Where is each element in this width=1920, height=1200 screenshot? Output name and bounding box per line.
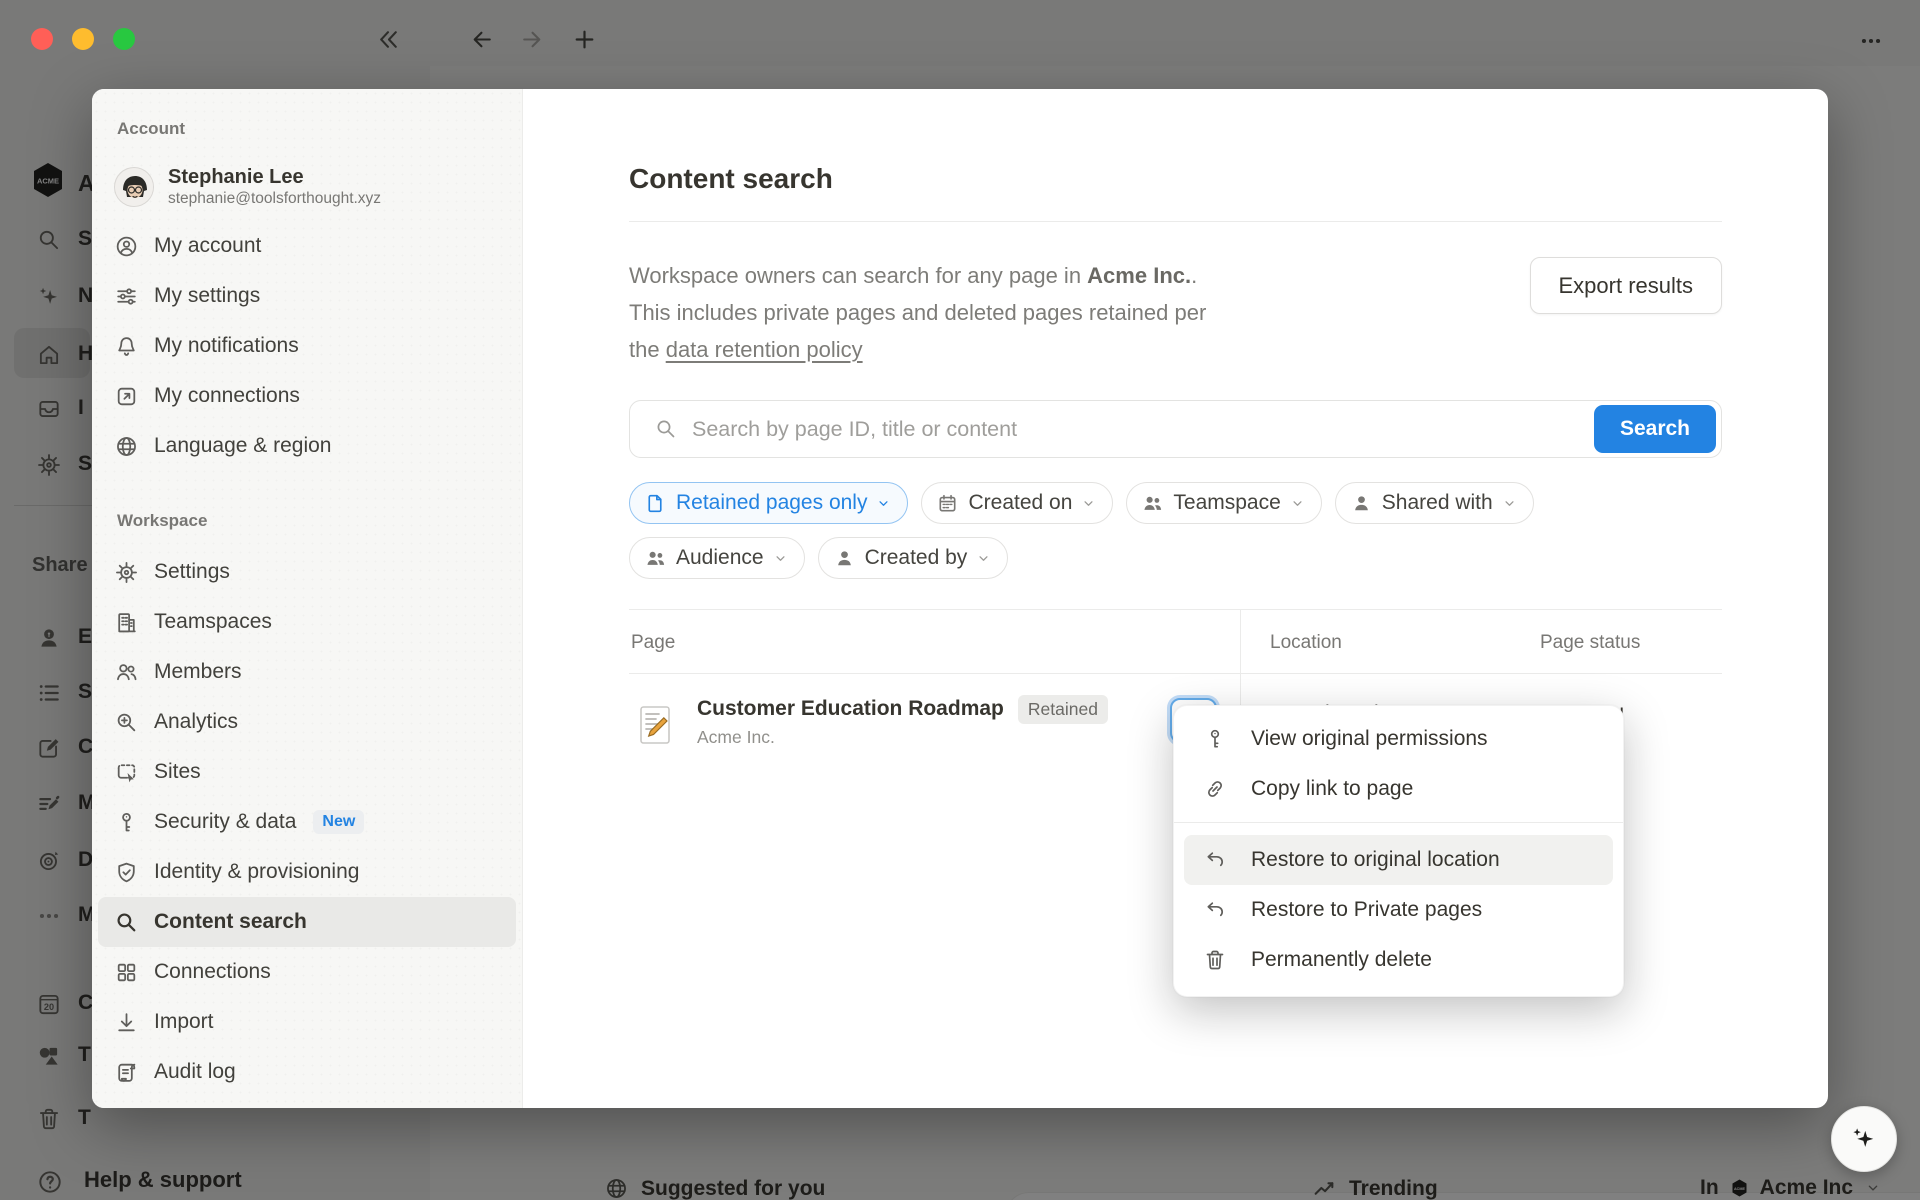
menu-copy-link[interactable]: Copy link to page xyxy=(1174,764,1623,814)
globe-icon xyxy=(114,434,139,459)
data-retention-policy-link[interactable]: data retention policy xyxy=(666,337,863,362)
key-icon xyxy=(114,810,139,835)
bell-icon xyxy=(114,334,139,359)
nav-members[interactable]: Members xyxy=(98,647,516,697)
filter-shared-with[interactable]: Shared with xyxy=(1335,482,1534,524)
settings-nav: Account Stephanie Lee stephanie@toolsfor… xyxy=(92,89,523,1108)
building-icon xyxy=(114,610,139,635)
new-badge: New xyxy=(313,810,364,834)
menu-divider xyxy=(1174,822,1623,823)
scroll-icon xyxy=(114,1060,139,1085)
filter-pills: Retained pages only Created on Teamspace… xyxy=(629,482,1722,579)
browser-cursor-icon xyxy=(114,760,139,785)
nav-audit-log[interactable]: Audit log xyxy=(98,1047,516,1097)
nav-connections[interactable]: Connections xyxy=(98,947,516,997)
page-description: Workspace owners can search for any page… xyxy=(629,257,1229,368)
chevron-down-icon xyxy=(1290,496,1305,511)
profile-name: Stephanie Lee xyxy=(168,165,381,189)
menu-restore-private-pages[interactable]: Restore to Private pages xyxy=(1174,885,1623,935)
nav-content-search[interactable]: Content search xyxy=(98,897,516,947)
menu-permanently-delete[interactable]: Permanently delete xyxy=(1174,935,1623,985)
gear-icon xyxy=(114,560,139,585)
arrow-up-right-box-icon xyxy=(114,384,139,409)
people-icon xyxy=(644,547,667,570)
nav-ws-settings[interactable]: Settings xyxy=(98,547,516,597)
filter-created-on[interactable]: Created on xyxy=(921,482,1113,524)
nav-language-region[interactable]: Language & region xyxy=(98,421,516,471)
chevron-down-icon xyxy=(976,551,991,566)
sparkle-icon xyxy=(1849,1124,1879,1154)
page-title: Content search xyxy=(629,163,1722,195)
minimize-window-button[interactable] xyxy=(72,28,94,50)
trash-icon xyxy=(1203,948,1227,972)
zoom-window-button[interactable] xyxy=(113,28,135,50)
nav-my-settings[interactable]: My settings xyxy=(98,271,516,321)
title-divider xyxy=(629,221,1722,222)
nav-my-connections[interactable]: My connections xyxy=(98,371,516,421)
people-icon xyxy=(114,660,139,685)
profile-email: stephanie@toolsforthought.xyz xyxy=(168,189,381,209)
person-icon xyxy=(1350,492,1373,515)
undo-icon xyxy=(1203,848,1227,872)
key-icon xyxy=(1203,727,1227,751)
nav-import[interactable]: Import xyxy=(98,997,516,1047)
row-actions-menu: View original permissions Copy link to p… xyxy=(1173,705,1624,997)
search-bar: Search xyxy=(629,400,1722,458)
undo-icon xyxy=(1203,898,1227,922)
document-icon xyxy=(644,492,667,515)
avatar xyxy=(114,167,154,207)
row-subtitle: Acme Inc. xyxy=(697,724,1108,750)
screen: ACME A S N H I S Share E S C M D M C T T… xyxy=(0,0,1920,1200)
menu-restore-original-location[interactable]: Restore to original location xyxy=(1184,835,1613,885)
nav-sites[interactable]: Sites xyxy=(98,747,516,797)
profile-row[interactable]: Stephanie Lee stephanie@toolsforthought.… xyxy=(114,165,506,209)
column-page: Page xyxy=(631,632,675,654)
chevron-down-icon xyxy=(773,551,788,566)
workspace-section-label: Workspace xyxy=(117,511,522,531)
retained-badge: Retained xyxy=(1018,695,1108,724)
chevron-down-icon xyxy=(876,496,891,511)
filter-created-by[interactable]: Created by xyxy=(818,537,1009,579)
menu-view-original-permissions[interactable]: View original permissions xyxy=(1174,714,1623,764)
filter-audience[interactable]: Audience xyxy=(629,537,805,579)
magnifier-icon xyxy=(114,910,139,935)
traffic-lights xyxy=(31,28,135,50)
person-circle-icon xyxy=(114,234,139,259)
nav-identity-provisioning[interactable]: Identity & provisioning xyxy=(98,847,516,897)
search-button[interactable]: Search xyxy=(1594,405,1716,453)
search-icon xyxy=(654,417,678,441)
search-input[interactable] xyxy=(692,417,1594,442)
close-window-button[interactable] xyxy=(31,28,53,50)
filter-teamspace[interactable]: Teamspace xyxy=(1126,482,1321,524)
column-location: Location xyxy=(1270,632,1342,654)
export-results-button[interactable]: Export results xyxy=(1530,257,1723,314)
magnifier-plus-icon xyxy=(114,710,139,735)
nav-my-notifications[interactable]: My notifications xyxy=(98,321,516,371)
people-icon xyxy=(1141,492,1164,515)
account-section-label: Account xyxy=(117,89,522,139)
page-memo-icon xyxy=(637,705,673,745)
grid-icon xyxy=(114,960,139,985)
chevron-down-icon xyxy=(1081,496,1096,511)
nav-my-account[interactable]: My account xyxy=(98,221,516,271)
nav-teamspaces[interactable]: Teamspaces xyxy=(98,597,516,647)
nav-security-data[interactable]: Security & dataNew xyxy=(98,797,516,847)
row-title: Customer Education Roadmap xyxy=(697,694,1004,724)
shield-check-icon xyxy=(114,860,139,885)
person-icon xyxy=(833,547,856,570)
download-icon xyxy=(114,1010,139,1035)
nav-analytics[interactable]: Analytics xyxy=(98,697,516,747)
sliders-icon xyxy=(114,284,139,309)
table-header: Page Location Page status xyxy=(629,609,1722,674)
link-icon xyxy=(1203,777,1227,801)
calendar-icon xyxy=(936,492,959,515)
chevron-down-icon xyxy=(1502,496,1517,511)
column-page-status: Page status xyxy=(1540,632,1640,654)
workspace-name: Acme Inc. xyxy=(1087,263,1191,288)
ai-fab-button[interactable] xyxy=(1831,1106,1897,1172)
filter-retained-pages-only[interactable]: Retained pages only xyxy=(629,482,908,524)
